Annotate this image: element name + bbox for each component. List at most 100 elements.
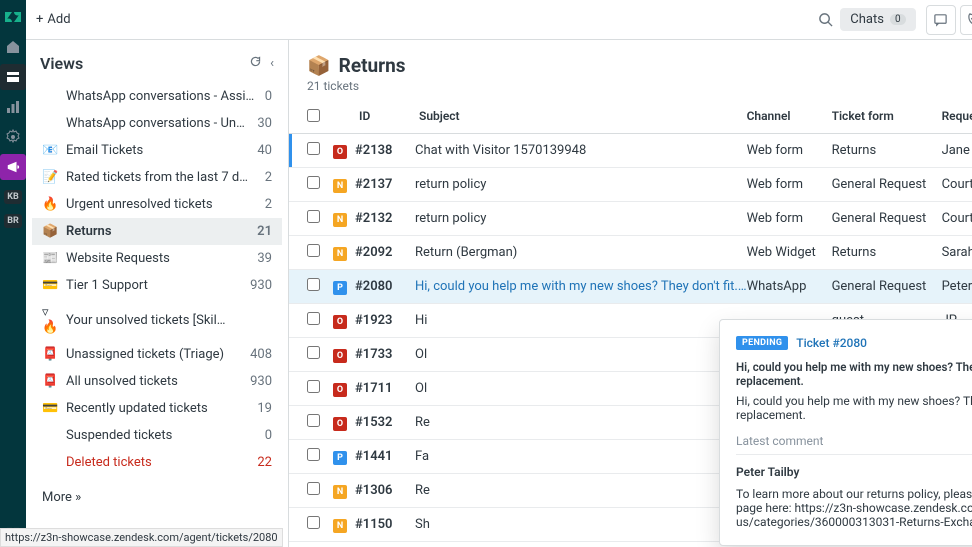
view-count: 0 bbox=[265, 428, 272, 443]
ticket-count: 21 tickets bbox=[307, 79, 972, 93]
status-tag: O bbox=[333, 349, 347, 363]
ticket-id: #2137 bbox=[355, 177, 415, 192]
ticket-preview-popover: PENDING Ticket #2080 Hi, could you help … bbox=[719, 319, 972, 546]
ticket-subject: Ol bbox=[415, 381, 747, 396]
collapse-icon[interactable]: ‹ bbox=[270, 56, 274, 71]
ticket-id: #2080 bbox=[355, 279, 415, 294]
view-item[interactable]: WhatsApp conversations - Assig… 0 bbox=[32, 83, 282, 110]
status-badge: PENDING bbox=[736, 336, 788, 350]
view-item[interactable]: 📝Rated tickets from the last 7 d…2 bbox=[32, 164, 282, 191]
view-item[interactable]: 📮Unassigned tickets (Triage)408 bbox=[32, 341, 282, 368]
row-checkbox[interactable] bbox=[307, 482, 320, 495]
ticket-requester: Jane Dough bbox=[942, 143, 972, 158]
view-item[interactable]: Deleted tickets22 bbox=[32, 449, 282, 476]
conversations-icon[interactable] bbox=[926, 5, 956, 35]
view-item[interactable]: ▿ 🔥Your unsolved tickets [Skil… bbox=[32, 299, 282, 341]
rail-badge-br[interactable]: BR bbox=[4, 214, 22, 228]
home-icon[interactable] bbox=[0, 34, 26, 60]
row-checkbox[interactable] bbox=[307, 346, 320, 359]
view-count: 2 bbox=[265, 197, 272, 212]
ticket-subject: Hi bbox=[415, 313, 747, 328]
status-bar-url: https://z3n-showcase.zendesk.com/agent/t… bbox=[0, 528, 283, 547]
view-label: Email Tickets bbox=[66, 143, 251, 158]
view-item[interactable]: 📧Email Tickets40 bbox=[32, 137, 282, 164]
col-form[interactable]: Ticket form bbox=[832, 109, 942, 125]
ticket-subject: Sh bbox=[415, 517, 747, 532]
row-checkbox[interactable] bbox=[307, 176, 320, 189]
view-count: 39 bbox=[257, 251, 272, 266]
ticket-subject: return policy bbox=[415, 177, 747, 192]
col-subject[interactable]: Subject bbox=[419, 109, 747, 125]
view-item[interactable]: Suspended tickets0 bbox=[32, 422, 282, 449]
status-tag: P bbox=[333, 281, 347, 295]
view-item[interactable]: 📦Returns21 bbox=[32, 218, 282, 245]
view-item[interactable]: 📮All unsolved tickets930 bbox=[32, 368, 282, 395]
refresh-icon[interactable] bbox=[249, 55, 262, 72]
view-label: Urgent unresolved tickets bbox=[66, 197, 259, 212]
row-checkbox[interactable] bbox=[307, 142, 320, 155]
row-checkbox[interactable] bbox=[307, 380, 320, 393]
ticket-channel: Web Widget bbox=[747, 245, 832, 260]
ticket-row[interactable]: O#2138Chat with Visitor 1570139948Web fo… bbox=[289, 134, 972, 168]
table-header: ID Subject Channel Ticket form Requester bbox=[289, 101, 972, 134]
status-tag: N bbox=[333, 485, 347, 499]
topbar: + Add Chats 0 bbox=[26, 0, 972, 40]
col-channel[interactable]: Channel bbox=[747, 109, 832, 125]
admin-icon[interactable] bbox=[0, 124, 26, 150]
row-checkbox[interactable] bbox=[307, 278, 320, 291]
plus-icon: + bbox=[36, 12, 43, 27]
views-icon[interactable] bbox=[0, 64, 26, 90]
row-checkbox[interactable] bbox=[307, 448, 320, 461]
ticket-form: General Request bbox=[832, 177, 942, 192]
campaign-icon[interactable] bbox=[0, 154, 26, 180]
left-rail: KB BR bbox=[0, 0, 26, 547]
view-icon: 💳 bbox=[42, 278, 60, 293]
popover-ticket-link[interactable]: Ticket #2080 bbox=[796, 336, 867, 350]
status-tag: N bbox=[333, 213, 347, 227]
add-button[interactable]: + Add bbox=[36, 12, 71, 27]
view-item[interactable]: WhatsApp conversations - Unass…30 bbox=[32, 110, 282, 137]
view-icon: 📦 bbox=[42, 224, 60, 239]
chats-pill[interactable]: Chats 0 bbox=[840, 8, 915, 31]
view-label: WhatsApp conversations - Assig… bbox=[66, 89, 259, 104]
view-label: Rated tickets from the last 7 d… bbox=[66, 170, 259, 185]
row-checkbox[interactable] bbox=[307, 414, 320, 427]
view-icon: 📮 bbox=[42, 347, 60, 362]
ticket-row[interactable]: N#2132return policyWeb formGeneral Reque… bbox=[289, 202, 972, 236]
status-tag: O bbox=[333, 145, 347, 159]
row-checkbox[interactable] bbox=[307, 312, 320, 325]
ticket-row[interactable]: N#2137return policyWeb formGeneral Reque… bbox=[289, 168, 972, 202]
view-item[interactable]: 💳Recently updated tickets19 bbox=[32, 395, 282, 422]
ticket-row[interactable]: P#2080Hi, could you help me with my new … bbox=[289, 270, 972, 304]
ticket-row[interactable]: N#2092Return (Bergman)Web WidgetReturnsS… bbox=[289, 236, 972, 270]
reports-icon[interactable] bbox=[0, 94, 26, 120]
search-icon[interactable] bbox=[810, 5, 840, 35]
view-item[interactable]: 💳Tier 1 Support930 bbox=[32, 272, 282, 299]
row-checkbox[interactable] bbox=[307, 516, 320, 529]
ticket-subject: Return (Bergman) bbox=[415, 245, 747, 260]
status-tag: O bbox=[333, 383, 347, 397]
ticket-id: #1711 bbox=[355, 381, 415, 396]
ticket-form: General Request bbox=[832, 211, 942, 226]
content-area: 📦Returns 21 tickets ID Subject Channel T… bbox=[289, 40, 972, 547]
view-icon: 🔥 bbox=[42, 197, 60, 212]
ticket-requester: Peter Tailby bbox=[942, 279, 972, 294]
view-icon: 📧 bbox=[42, 143, 60, 158]
view-count: 0 bbox=[265, 89, 272, 104]
more-link[interactable]: More » bbox=[26, 476, 288, 519]
status-tag: N bbox=[333, 519, 347, 533]
view-count: 21 bbox=[257, 224, 272, 239]
row-checkbox[interactable] bbox=[307, 244, 320, 257]
view-item[interactable]: 🔥 Urgent unresolved tickets 2 bbox=[32, 191, 282, 218]
view-item[interactable]: 📰Website Requests39 bbox=[32, 245, 282, 272]
phone-icon[interactable] bbox=[960, 5, 972, 35]
views-sidebar: Views ‹ WhatsApp conversations - Assig…0… bbox=[26, 40, 289, 547]
row-checkbox[interactable] bbox=[307, 210, 320, 223]
popover-comment: To learn more about our returns policy, … bbox=[736, 487, 972, 529]
rail-badge-kb[interactable]: KB bbox=[4, 190, 21, 204]
zendesk-logo-icon[interactable] bbox=[0, 4, 26, 30]
select-all-checkbox[interactable] bbox=[307, 109, 320, 122]
col-id[interactable]: ID bbox=[359, 109, 419, 125]
col-requester[interactable]: Requester bbox=[942, 109, 972, 125]
add-label: Add bbox=[47, 12, 70, 27]
